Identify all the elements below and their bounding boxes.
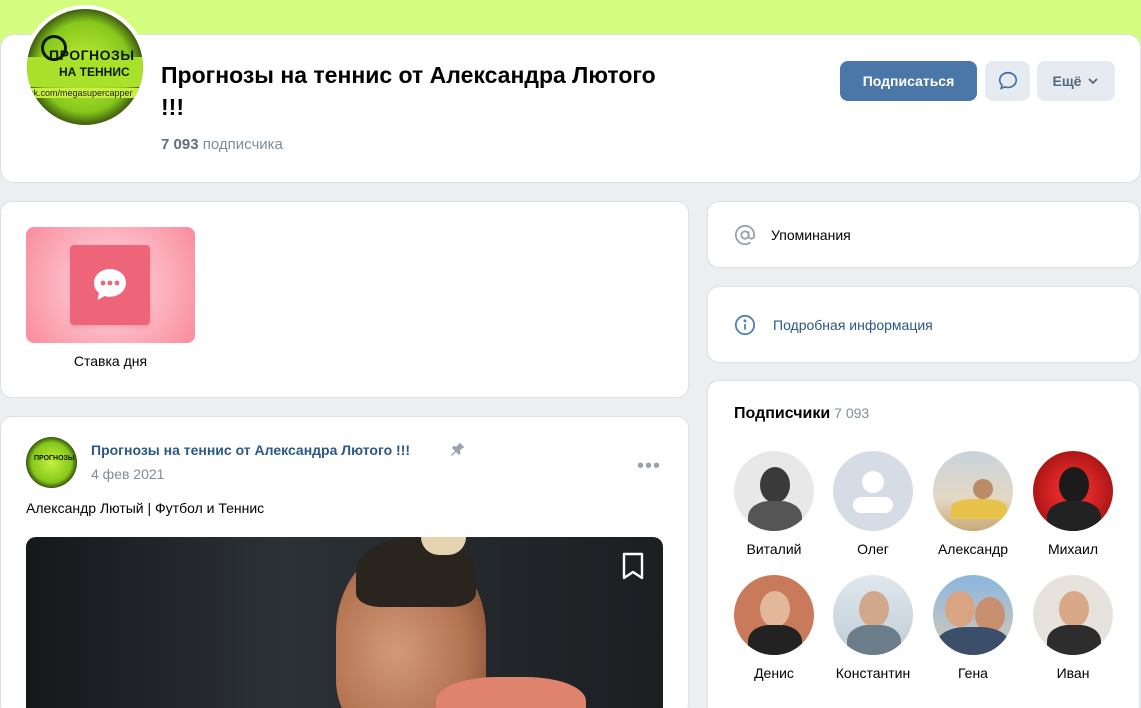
post-author-avatar[interactable]: ПРОГНОЗЫ [26, 437, 77, 488]
info-circle-icon [734, 314, 756, 336]
bookmark-icon[interactable] [620, 551, 646, 581]
subscribers-number: 7 093 [161, 136, 199, 153]
group-header: ПРОГНОЗЫ НА ТЕННИС vk.com/megasupercappe… [0, 5, 1141, 183]
followers-count: 7 093 [834, 405, 870, 421]
follower-avatar [734, 575, 814, 655]
post-author-link[interactable]: Прогнозы на теннис от Александра Лютого … [91, 442, 410, 458]
follower-name: Иван [1056, 665, 1090, 681]
follower-avatar-placeholder [833, 451, 913, 531]
follower-name: Константин [835, 665, 911, 681]
follower-avatar [1033, 451, 1113, 531]
post-card: ПРОГНОЗЫ Прогнозы на теннис от Александр… [0, 416, 689, 708]
more-button[interactable]: Ещё [1037, 61, 1115, 101]
chevron-down-icon [1088, 78, 1099, 85]
follower-name: Гена [958, 665, 988, 681]
follower-item[interactable]: Олег [823, 451, 923, 557]
follower-item[interactable]: Константин [823, 575, 923, 681]
avatar-text-2: НА ТЕННИС [59, 65, 130, 79]
follower-item[interactable]: Денис [724, 575, 824, 681]
at-icon [734, 224, 756, 246]
avatar-url: vk.com/megasupercapper [29, 88, 143, 98]
follower-avatar [1033, 575, 1113, 655]
follower-avatar [734, 451, 814, 531]
info-label: Подробная информация [773, 317, 933, 333]
mentions-label: Упоминания [771, 227, 851, 243]
subscribe-button[interactable]: Подписаться [840, 61, 977, 101]
more-label: Ещё [1052, 73, 1082, 89]
follower-item[interactable]: Михаил [1023, 451, 1123, 557]
follower-name: Виталий [746, 541, 802, 557]
info-row[interactable]: Подробная информация [707, 286, 1140, 363]
page-title: Прогнозы на теннис от Александра Лютого … [161, 62, 656, 120]
follower-avatar [933, 575, 1013, 655]
widget-label[interactable]: Ставка дня [26, 353, 195, 369]
follower-item[interactable]: Гена [923, 575, 1023, 681]
chat-bubble-icon [94, 269, 126, 300]
mentions-row[interactable]: Упоминания [707, 201, 1140, 268]
follower-avatar [833, 575, 913, 655]
group-avatar[interactable]: ПРОГНОЗЫ НА ТЕННИС vk.com/megasupercappe… [23, 5, 147, 129]
post-text: Александр Лютый | Футбол и Теннис [26, 500, 265, 516]
follower-item[interactable]: Александр [923, 451, 1023, 557]
follower-avatar [933, 451, 1013, 531]
widget-card: Ставка дня [0, 201, 689, 398]
follower-item[interactable]: Виталий [724, 451, 824, 557]
avatar-text-1: ПРОГНОЗЫ [49, 47, 135, 63]
post-photo[interactable] [26, 537, 663, 708]
message-button[interactable] [985, 61, 1030, 101]
followers-card: Подписчики 7 093 Виталий Олег Александр М… [707, 380, 1140, 708]
follower-name: Михаил [1047, 541, 1099, 557]
follower-name: Олег [857, 541, 889, 557]
subscribers-word: подписчика [202, 136, 283, 153]
pin-icon [451, 442, 465, 456]
follower-item[interactable]: Иван [1023, 575, 1123, 681]
post-date[interactable]: 4 фев 2021 [91, 466, 164, 482]
message-bubble-icon [998, 71, 1017, 90]
follower-name: Денис [754, 665, 794, 681]
follower-name: Александр [937, 541, 1009, 557]
followers-title-text: Подписчики [734, 405, 831, 422]
post-avatar-text: ПРОГНОЗЫ [34, 455, 75, 462]
widget-tile-stavka[interactable] [26, 227, 195, 343]
followers-title[interactable]: Подписчики 7 093 [734, 405, 869, 423]
subscribers-count[interactable]: 7 093 подписчика [161, 136, 283, 153]
post-menu-button[interactable]: ••• [637, 455, 661, 478]
